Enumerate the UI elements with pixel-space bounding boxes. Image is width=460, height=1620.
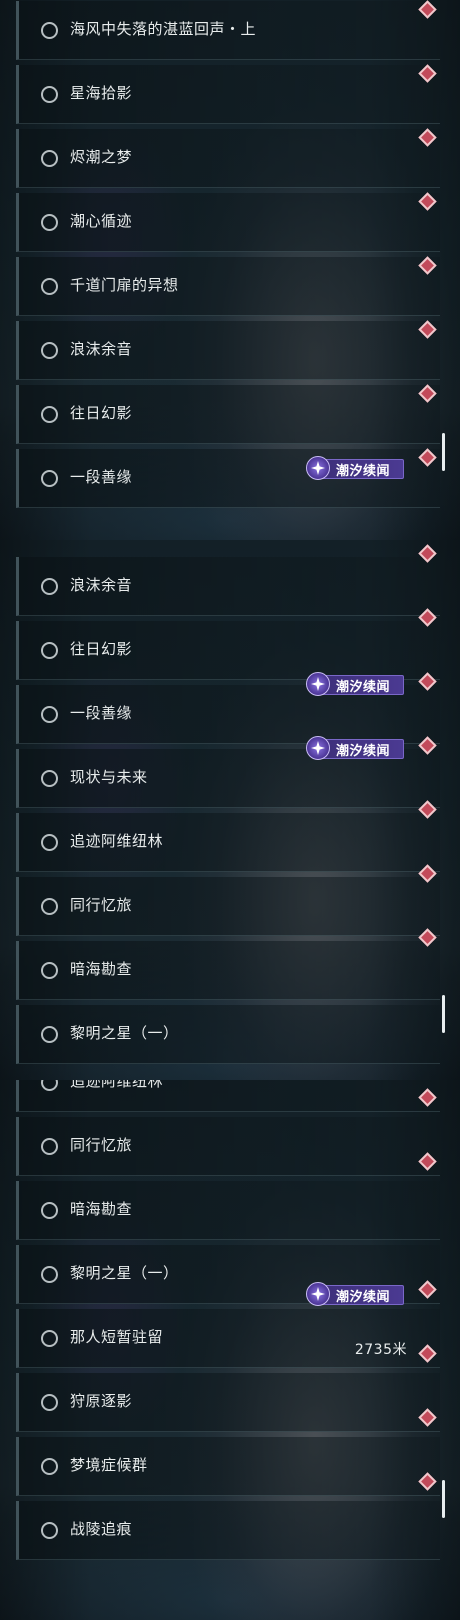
quest-title: 同行忆旅 xyxy=(70,896,133,914)
quest-list-panel-1[interactable]: 海风中失落的湛蓝回声・上 星海拾影 烬潮之梦 潮心循迹 千道门扉的异想 浪沫余音… xyxy=(0,0,460,540)
badge-label: 潮汐续闻 xyxy=(336,1290,391,1305)
scrollbar-thumb[interactable] xyxy=(442,1480,445,1518)
quest-row[interactable]: 黎明之星（一） xyxy=(16,1005,440,1064)
radio-unselected-icon[interactable] xyxy=(41,406,58,423)
quest-list-screenshots: 海风中失落的湛蓝回声・上 星海拾影 烬潮之梦 潮心循迹 千道门扉的异想 浪沫余音… xyxy=(0,0,460,1620)
radio-unselected-icon[interactable] xyxy=(41,706,58,723)
radio-unselected-icon[interactable] xyxy=(41,578,58,595)
radio-unselected-icon[interactable] xyxy=(41,898,58,915)
radio-unselected-icon[interactable] xyxy=(41,1458,58,1475)
radio-unselected-icon[interactable] xyxy=(41,1026,58,1043)
quest-title: 一段善缘 xyxy=(70,468,133,486)
quest-title: 同行忆旅 xyxy=(70,1136,133,1154)
quest-row[interactable]: 同行忆旅 xyxy=(16,1117,440,1176)
radio-unselected-icon[interactable] xyxy=(41,1080,58,1091)
quest-title: 潮心循迹 xyxy=(70,212,133,230)
quest-title: 海风中失落的湛蓝回声・上 xyxy=(70,20,257,38)
quest-title: 往日幻影 xyxy=(70,640,133,658)
radio-unselected-icon[interactable] xyxy=(41,770,58,787)
quest-row[interactable]: 暗海勘查 xyxy=(16,941,440,1000)
badge-label: 潮汐续闻 xyxy=(336,680,391,695)
quest-title: 千道门扉的异想 xyxy=(70,276,179,294)
quest-row[interactable]: 星海拾影 xyxy=(16,65,440,124)
quest-title: 一段善缘 xyxy=(70,704,133,722)
quest-title: 追迹阿维纽林 xyxy=(70,1080,164,1090)
quest-row[interactable]: 千道门扉的异想 xyxy=(16,257,440,316)
radio-unselected-icon[interactable] xyxy=(41,470,58,487)
quest-row[interactable]: 往日幻影 xyxy=(16,621,440,680)
quest-row[interactable]: 狩原逐影 xyxy=(16,1373,440,1432)
quest-list-panel-2[interactable]: 浪沫余音 往日幻影 一段善缘 现状与未来 追迹阿维纽林 同行忆旅 暗海勘查 黎明… xyxy=(0,540,460,1080)
radio-unselected-icon[interactable] xyxy=(41,1522,58,1539)
quest-row[interactable]: 追迹阿维纽林 xyxy=(16,813,440,872)
quest-title: 往日幻影 xyxy=(70,404,133,422)
quest-title: 黎明之星（一） xyxy=(70,1264,179,1282)
quest-title: 那人短暂驻留 xyxy=(70,1328,164,1346)
quest-title: 梦境症候群 xyxy=(70,1456,148,1474)
radio-unselected-icon[interactable] xyxy=(41,1266,58,1283)
quest-row[interactable]: 同行忆旅 xyxy=(16,877,440,936)
quest-row[interactable]: 海风中失落的湛蓝回声・上 xyxy=(16,1,440,60)
quest-row[interactable]: 那人短暂驻留 2735米 xyxy=(16,1309,440,1368)
sparkle-star-icon xyxy=(306,672,330,696)
quest-title: 黎明之星（一） xyxy=(70,1024,179,1042)
radio-unselected-icon[interactable] xyxy=(41,278,58,295)
quest-row[interactable]: 浪沫余音 xyxy=(16,321,440,380)
radio-unselected-icon[interactable] xyxy=(41,214,58,231)
radio-unselected-icon[interactable] xyxy=(41,86,58,103)
quest-row[interactable]: 烬潮之梦 xyxy=(16,129,440,188)
quest-title: 现状与未来 xyxy=(70,768,148,786)
quest-row[interactable]: 潮心循迹 xyxy=(16,193,440,252)
scrollbar-thumb[interactable] xyxy=(442,995,445,1033)
sparkle-star-icon xyxy=(306,736,330,760)
radio-unselected-icon[interactable] xyxy=(41,22,58,39)
distance-readout: 2735米 xyxy=(354,1342,407,1358)
quest-row[interactable]: 往日幻影 xyxy=(16,385,440,444)
quest-title: 追迹阿维纽林 xyxy=(70,832,164,850)
quest-row[interactable]: 梦境症候群 xyxy=(16,1437,440,1496)
quest-title: 浪沫余音 xyxy=(70,576,133,594)
radio-unselected-icon[interactable] xyxy=(41,1394,58,1411)
sparkle-star-icon xyxy=(306,456,330,480)
quest-title: 战陵追痕 xyxy=(70,1520,133,1538)
quest-title: 暗海勘查 xyxy=(70,1200,133,1218)
radio-unselected-icon[interactable] xyxy=(41,1330,58,1347)
radio-unselected-icon[interactable] xyxy=(41,150,58,167)
badge-label: 潮汐续闻 xyxy=(336,464,391,479)
tide-sequel-badge: 潮汐续闻 xyxy=(306,736,404,760)
quest-title: 暗海勘查 xyxy=(70,960,133,978)
quest-row[interactable]: 浪沫余音 xyxy=(16,557,440,616)
sparkle-star-icon xyxy=(306,1282,330,1306)
quest-list-panel-3[interactable]: 追迹阿维纽林 同行忆旅 暗海勘查 黎明之星（一） 那人短暂驻留 2735米 狩原… xyxy=(0,1080,460,1620)
quest-title: 狩原逐影 xyxy=(70,1392,133,1410)
radio-unselected-icon[interactable] xyxy=(41,642,58,659)
quest-row[interactable]: 暗海勘查 xyxy=(16,1181,440,1240)
quest-row[interactable]: 战陵追痕 xyxy=(16,1501,440,1560)
quest-title: 浪沫余音 xyxy=(70,340,133,358)
tide-sequel-badge: 潮汐续闻 xyxy=(306,456,404,480)
tide-sequel-badge: 潮汐续闻 xyxy=(306,672,404,696)
radio-unselected-icon[interactable] xyxy=(41,1202,58,1219)
radio-unselected-icon[interactable] xyxy=(41,342,58,359)
quest-title: 烬潮之梦 xyxy=(70,148,133,166)
quest-title: 星海拾影 xyxy=(70,84,133,102)
scrollbar-thumb[interactable] xyxy=(442,433,445,471)
tide-sequel-badge: 潮汐续闻 xyxy=(306,1282,404,1306)
quest-row[interactable]: 追迹阿维纽林 xyxy=(16,1080,440,1112)
radio-unselected-icon[interactable] xyxy=(41,1138,58,1155)
radio-unselected-icon[interactable] xyxy=(41,834,58,851)
badge-label: 潮汐续闻 xyxy=(336,744,391,759)
radio-unselected-icon[interactable] xyxy=(41,962,58,979)
